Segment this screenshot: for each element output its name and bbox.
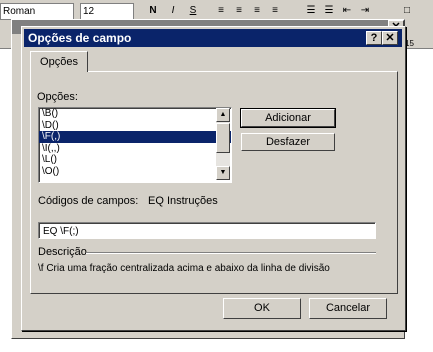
tab-opcoes[interactable]: Opções [30,51,88,72]
list-item[interactable]: \O() [39,166,231,178]
close-button[interactable]: ✕ [382,31,398,45]
ruler-number: 15 [405,39,414,48]
increase-indent-icon[interactable]: ⇥ [358,4,372,17]
font-size-field[interactable]: 12 [80,3,134,20]
help-button[interactable]: ? [366,31,382,45]
undo-button[interactable]: Desfazer [241,133,335,151]
field-options-dialog: Opções de campo ? ✕ Opções Opções: \B() … [21,26,406,331]
field-code-input[interactable]: EQ \F(;) [38,222,376,239]
cancel-button-label: Cancelar [325,302,371,314]
list-item[interactable]: \B() [39,108,231,120]
description-divider [86,252,376,254]
decrease-indent-icon[interactable]: ⇤ [340,4,354,17]
options-listbox[interactable]: \B() \D() \F(,) \I(,,) \L() \O() [38,107,232,183]
add-button[interactable]: Adicionar [240,108,336,128]
scroll-down-icon[interactable]: ▼ [216,166,230,180]
ok-button-label: OK [254,302,270,314]
add-button-label: Adicionar [265,112,311,124]
bullets-icon[interactable]: ☰ [322,4,336,17]
borders-icon[interactable]: □ [400,4,414,17]
bold-button[interactable]: N [146,4,160,17]
font-name-field[interactable]: Roman [0,3,74,20]
numbering-icon[interactable]: ☰ [304,4,318,17]
description-label: Descrição [38,246,87,258]
align-right-icon[interactable]: ≡ [250,4,264,17]
cancel-button[interactable]: Cancelar [309,298,387,319]
underline-button[interactable]: S [186,4,200,17]
dialog-titlebar: Opções de campo ? ✕ [24,29,402,47]
list-item-selected[interactable]: \F(,) [39,131,231,143]
list-item[interactable]: \I(,,) [39,143,231,155]
options-scrollbar[interactable]: ▲ ▼ [216,108,230,180]
italic-button[interactable]: I [166,4,180,17]
field-codes-value: EQ Instruções [148,195,218,207]
scroll-up-icon[interactable]: ▲ [216,108,230,122]
justify-icon[interactable]: ≡ [268,4,282,17]
align-center-icon[interactable]: ≡ [232,4,246,17]
align-left-icon[interactable]: ≡ [214,4,228,17]
description-text: \f Cria uma fração centralizada acima e … [38,263,330,274]
scroll-thumb[interactable] [216,123,230,153]
field-codes-label: Códigos de campos: [38,195,139,207]
list-item[interactable]: \L() [39,154,231,166]
dialog-title: Opções de campo [28,31,132,45]
undo-button-label: Desfazer [265,136,311,148]
ok-button[interactable]: OK [223,298,301,319]
options-label: Opções: [37,91,78,103]
list-item[interactable]: \D() [39,120,231,132]
